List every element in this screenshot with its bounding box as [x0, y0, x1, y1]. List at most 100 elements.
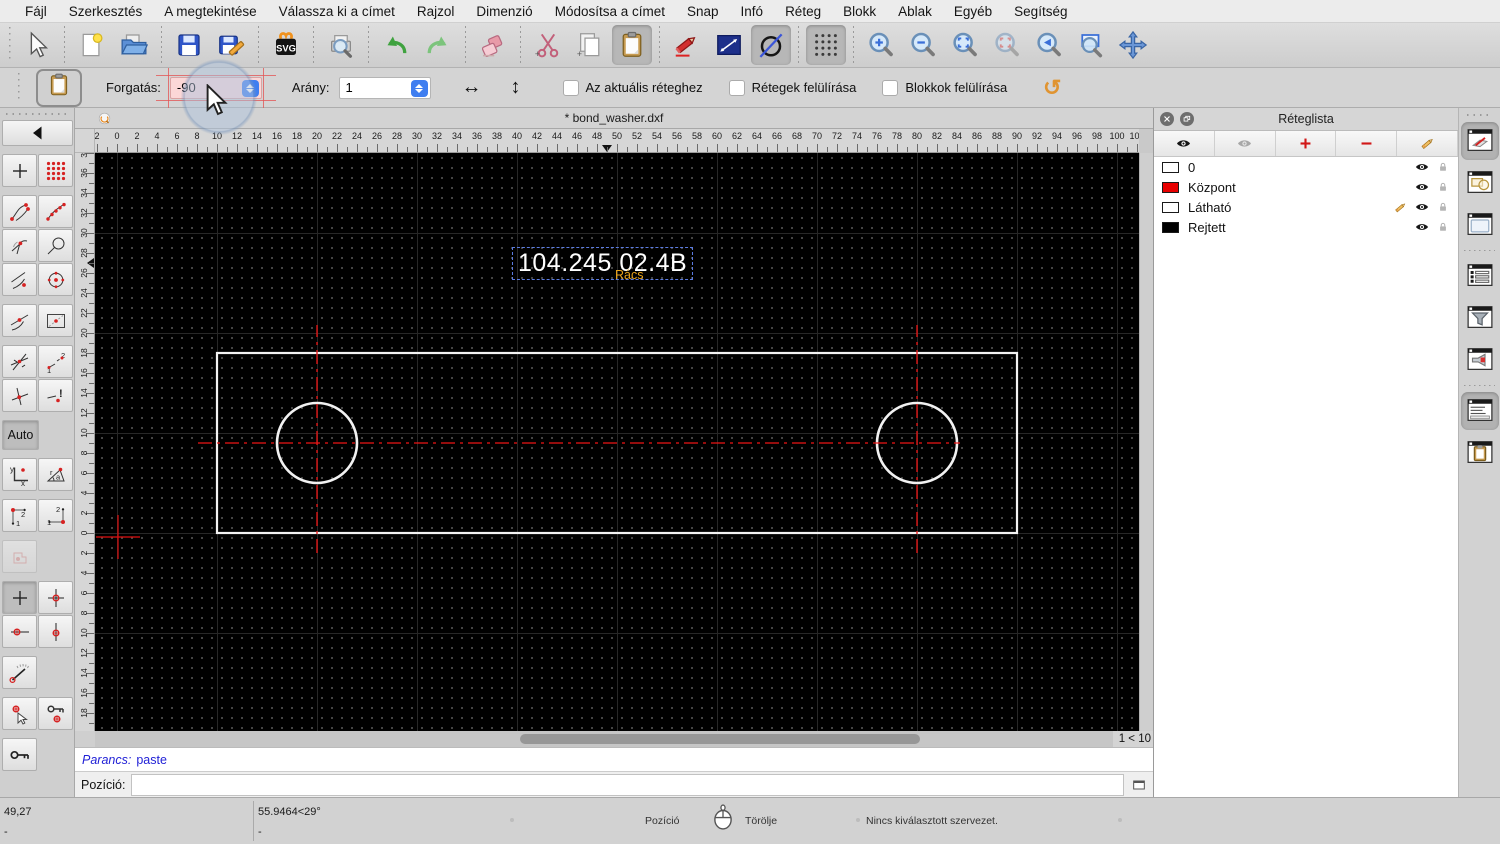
menu-select[interactable]: Válassza ki a címet — [268, 4, 406, 19]
show-all-layers-button[interactable] — [1154, 131, 1215, 156]
menu-draw[interactable]: Rajzol — [406, 4, 466, 19]
modify-tool-button[interactable] — [751, 25, 791, 65]
menu-dimension[interactable]: Dimenzió — [465, 4, 543, 19]
paste-button[interactable] — [612, 25, 652, 65]
select-pointer-button[interactable] — [17, 25, 57, 65]
layer-row[interactable]: Központ — [1154, 177, 1458, 197]
rotation-stepper[interactable] — [241, 79, 259, 97]
horizontal-scrollbar-thumb[interactable] — [520, 734, 920, 744]
export-svg-button[interactable]: SVG — [266, 25, 306, 65]
dock-fitting-button[interactable] — [1461, 341, 1499, 379]
snap-grid-button[interactable] — [38, 154, 73, 187]
flip-horizontal-button[interactable]: ↔ — [457, 74, 487, 102]
delete-selected-button[interactable] — [473, 25, 513, 65]
reset-button[interactable]: ↺ — [1035, 75, 1069, 101]
lock-relative-zero-button[interactable] — [38, 697, 73, 730]
dock-command-line-button[interactable] — [1460, 392, 1499, 430]
checkbox-override-layers[interactable]: Rétegek felülírása — [728, 79, 856, 96]
layer-color-swatch[interactable] — [1162, 181, 1179, 193]
menu-window[interactable]: Ablak — [887, 4, 943, 19]
angle-gauge-button[interactable] — [2, 656, 37, 689]
menu-other[interactable]: Egyéb — [943, 4, 1003, 19]
undo-button[interactable] — [376, 25, 416, 65]
vertical-scrollbar[interactable] — [1139, 153, 1153, 731]
layer-row[interactable]: 0 — [1154, 157, 1458, 177]
restrict-tool-button[interactable] — [2, 540, 37, 573]
save-as-button[interactable] — [211, 25, 251, 65]
layer-color-swatch[interactable] — [1162, 221, 1179, 233]
menu-edit[interactable]: Szerkesztés — [58, 4, 154, 19]
snap-auto-button[interactable]: Auto — [2, 420, 39, 450]
snap-free-button[interactable] — [2, 154, 37, 187]
zoom-window-button[interactable] — [1071, 25, 1111, 65]
save-button[interactable] — [169, 25, 209, 65]
coordinate-cartesian-button[interactable]: yx — [2, 458, 37, 491]
checkbox-box[interactable] — [562, 79, 579, 96]
layer-lock-toggle[interactable] — [1436, 160, 1450, 174]
layer-row[interactable]: Rejtett — [1154, 217, 1458, 237]
menu-view[interactable]: A megtekintése — [153, 4, 267, 19]
snap-on-circle-button[interactable] — [38, 229, 73, 262]
menu-snap[interactable]: Snap — [676, 4, 730, 19]
menu-modify[interactable]: Módosítsa a címet — [544, 4, 676, 19]
restrict-vertical-button[interactable] — [38, 615, 73, 648]
menu-help[interactable]: Segítség — [1003, 4, 1078, 19]
menu-layer[interactable]: Réteg — [774, 4, 832, 19]
zoom-auto-button[interactable] — [945, 25, 985, 65]
snap-center-button[interactable] — [38, 263, 73, 296]
zoom-out-button[interactable] — [903, 25, 943, 65]
restrict-horizontal-button[interactable] — [2, 615, 37, 648]
layer-color-swatch[interactable] — [1162, 161, 1179, 173]
snap-perpendicular-button[interactable] — [2, 229, 37, 262]
set-relative-zero-button[interactable] — [2, 697, 37, 730]
checkbox-override-blocks[interactable]: Blokkok felülírása — [882, 79, 1007, 96]
layer-visibility-toggle[interactable] — [1414, 159, 1430, 175]
checkbox-box[interactable] — [882, 79, 899, 96]
unlock-relative-zero-button[interactable] — [2, 738, 37, 771]
hide-all-layers-button[interactable] — [1214, 131, 1276, 156]
zoom-selection-button[interactable] — [987, 25, 1027, 65]
layer-visibility-toggle[interactable] — [1414, 219, 1430, 235]
cut-button[interactable]: + — [528, 25, 568, 65]
collapse-palette-button[interactable] — [2, 120, 73, 146]
menu-info[interactable]: Infó — [730, 4, 775, 19]
print-preview-button[interactable] — [321, 25, 361, 65]
snap-endpoints-button[interactable] — [2, 195, 37, 228]
flip-vertical-button[interactable]: ↕ — [501, 74, 531, 102]
remove-layer-button[interactable] — [1336, 131, 1398, 156]
horizontal-scrollbar[interactable] — [95, 731, 1117, 747]
snap-distance-button[interactable]: 12 — [38, 345, 73, 378]
edit-layer-button[interactable] — [1397, 131, 1458, 156]
snap-intersection-manual-button[interactable]: ! — [38, 379, 73, 412]
grid-toggle-button[interactable] — [806, 25, 846, 65]
copy-button[interactable]: + — [570, 25, 610, 65]
layer-lock-toggle[interactable] — [1436, 200, 1450, 214]
layer-visibility-toggle[interactable] — [1414, 199, 1430, 215]
draw-attributes-button[interactable] — [667, 25, 707, 65]
snap-intersection-button[interactable] — [2, 379, 37, 412]
dock-layer-list-button[interactable] — [1460, 122, 1499, 160]
layer-color-swatch[interactable] — [1162, 201, 1179, 213]
menu-block[interactable]: Blokk — [832, 4, 887, 19]
relative-corner-a-button[interactable]: 12 — [2, 499, 37, 532]
drawing-canvas[interactable]: 104.245 02.4B Rács — [95, 153, 1139, 731]
detach-command-icon[interactable] — [1131, 777, 1147, 793]
checkbox-box[interactable] — [728, 79, 745, 96]
menu-file[interactable]: Fájl — [14, 4, 58, 19]
snap-on-entity-button[interactable] — [38, 195, 73, 228]
selected-text-entity[interactable]: 104.245 02.4B — [512, 247, 694, 280]
snap-reference-button[interactable] — [38, 304, 73, 337]
dock-selection-filter-button[interactable] — [1461, 299, 1499, 337]
dimensions-tool-button[interactable] — [709, 25, 749, 65]
zoom-previous-button[interactable] — [1029, 25, 1069, 65]
dock-entity-list-button[interactable] — [1461, 257, 1499, 295]
restrict-nothing-button[interactable] — [2, 581, 37, 614]
coordinate-polar-button[interactable]: ra — [38, 458, 73, 491]
layer-lock-toggle[interactable] — [1436, 220, 1450, 234]
dock-clipboard-button[interactable] — [1461, 434, 1499, 472]
add-layer-button[interactable] — [1275, 131, 1337, 156]
active-paste-tool-button[interactable] — [36, 68, 82, 107]
snap-nearest-button[interactable] — [2, 263, 37, 296]
layer-lock-toggle[interactable] — [1436, 180, 1450, 194]
snap-middle-button[interactable] — [2, 304, 37, 337]
